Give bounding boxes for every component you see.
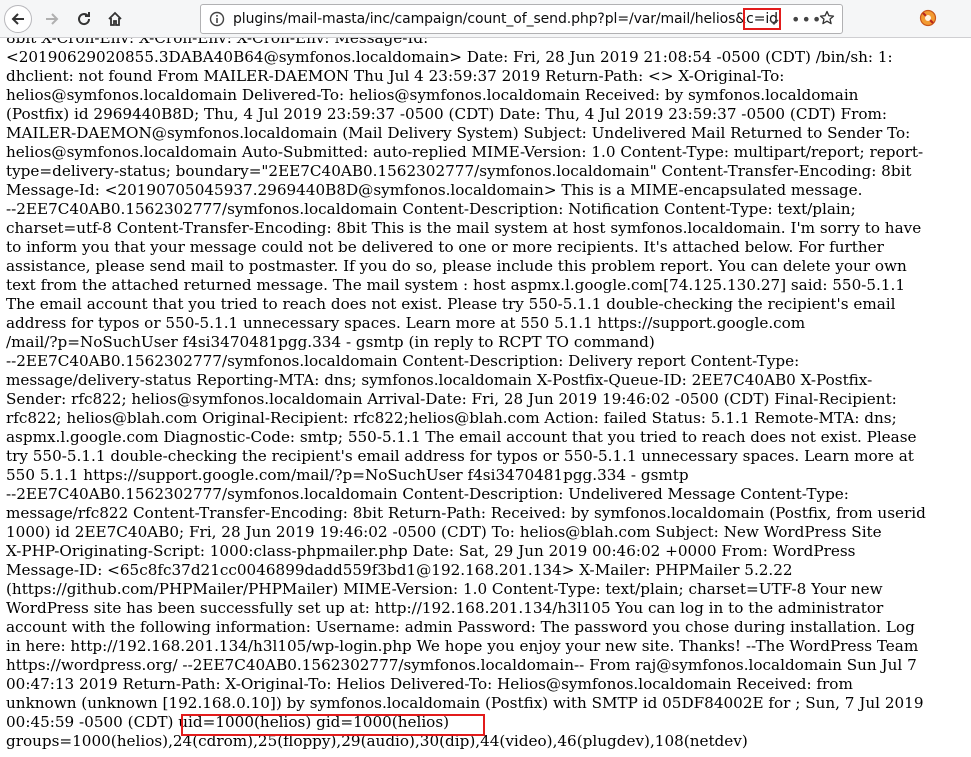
home-icon [108, 11, 122, 26]
output-line: /mail/?p=NoSuchUser f4si3470481pgg.334 -… [6, 333, 655, 351]
back-button[interactable] [4, 5, 32, 33]
home-button[interactable] [101, 5, 129, 33]
page-content: 8bit X-Cron-Env: X-Cron-Env: X-Cron-Env:… [0, 38, 971, 757]
output-line: --2EE7C40AB0.1562302777/symfonos.localdo… [6, 352, 800, 370]
output-line: Sender: rfc822; helios@symfonos.localdom… [6, 390, 897, 408]
url-prefix: plugins/mail-masta/inc/campaign/count_of… [233, 11, 747, 27]
output-line: (Postfix) id 2969440B8D; Thu, 4 Jul 2019… [6, 105, 887, 123]
reload-button[interactable] [70, 5, 98, 33]
browser-toolbar: plugins/mail-masta/inc/campaign/count_of… [0, 0, 971, 38]
output-line: charset=utf-8 Content-Transfer-Encoding:… [6, 219, 922, 237]
output-line: to inform you that your message could no… [6, 238, 884, 256]
mail-output-text: 8bit X-Cron-Env: X-Cron-Env: X-Cron-Env:… [6, 38, 926, 751]
output-line: assistance, please send mail to postmast… [6, 257, 907, 275]
output-line: try 550-5.1.1 double-checking the recipi… [6, 447, 914, 465]
reload-icon [78, 12, 91, 26]
address-bar[interactable]: plugins/mail-masta/inc/campaign/count_of… [200, 4, 843, 34]
back-arrow-icon [11, 13, 24, 25]
output-line: account with the following information: … [6, 618, 915, 636]
output-line: dhclient: not found From MAILER-DAEMON T… [6, 67, 785, 85]
page-actions-more-icon[interactable]: ••• [791, 10, 822, 29]
output-line: in here: http://192.168.201.134/h3l105/w… [6, 637, 919, 655]
output-line: Message-Id: <20190705045937.2969440B8D@s… [6, 181, 863, 199]
extension-icon[interactable] [919, 9, 937, 31]
output-line: text from the attached returned message.… [6, 276, 906, 294]
forward-button[interactable] [38, 5, 66, 33]
output-line: 550 5.1.1 https://support.google.com/mai… [6, 466, 689, 484]
output-line: The email account that you tried to reac… [6, 295, 896, 313]
output-line: 8bit X-Cron-Env: X-Cron-Env: X-Cron-Env:… [6, 38, 429, 47]
output-line: Message-ID: <65c8fc37d21cc0046899dadd559… [6, 561, 793, 579]
output-line: helios@symfonos.localdomain Auto-Submitt… [6, 143, 924, 161]
output-line: --2EE7C40AB0.1562302777/symfonos.localdo… [6, 200, 856, 218]
output-line: --2EE7C40AB0.1562302777/symfonos.localdo… [6, 485, 849, 503]
output-line: WordPress site has been successfully set… [6, 599, 884, 617]
output-line: https://wordpress.org/ --2EE7C40AB0.1562… [6, 656, 917, 674]
output-line: message/rfc822 Content-Transfer-Encoding… [6, 504, 926, 522]
output-line: rfc822; helios@blah.com Original-Recipie… [6, 409, 897, 427]
bookmark-star-icon[interactable] [819, 10, 835, 30]
output-line: X-PHP-Originating-Script: 1000:class-php… [6, 542, 856, 560]
chevron-down-icon[interactable] [768, 13, 780, 32]
output-line: type=delivery-status; boundary="2EE7C40A… [6, 162, 912, 180]
output-line: unknown (unknown [192.168.0.10]) by symf… [6, 694, 924, 712]
output-line: MAILER-DAEMON@symfonos.localdomain (Mail… [6, 124, 911, 142]
output-line: helios@symfonos.localdomain Delivered-To… [6, 86, 859, 104]
forward-arrow-icon [46, 13, 59, 25]
output-line: 00:47:13 2019 Return-Path: X-Original-To… [6, 675, 853, 693]
output-line: <20190629020855.3DABA40B64@symfonos.loca… [6, 48, 893, 66]
output-line: 1000) id 2EE7C40AB0; Fri, 28 Jun 2019 19… [6, 523, 882, 541]
uid-highlight-box [181, 714, 485, 736]
output-line: address for typos or 550-5.1.1 unnecessa… [6, 314, 806, 332]
output-line: message/delivery-status Reporting-MTA: d… [6, 371, 873, 389]
output-line: aspmx.l.google.com Diagnostic-Code: smtp… [6, 428, 917, 446]
info-icon[interactable] [209, 11, 225, 31]
output-line: (https://github.com/PHPMailer/PHPMailer)… [6, 580, 883, 598]
url-text[interactable]: plugins/mail-masta/inc/campaign/count_of… [233, 8, 781, 30]
